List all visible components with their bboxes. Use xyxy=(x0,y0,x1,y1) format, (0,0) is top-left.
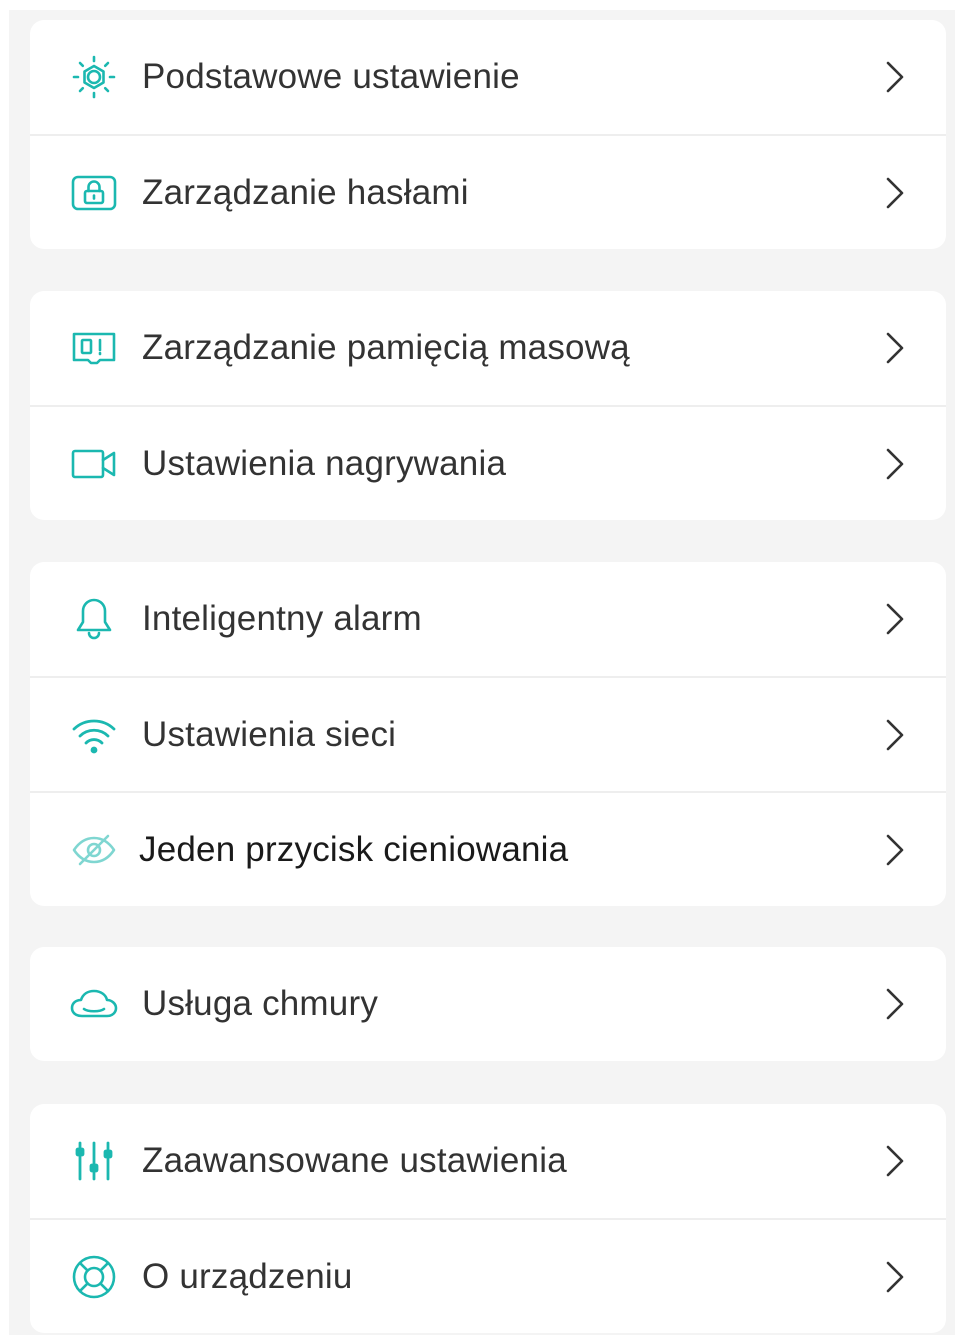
settings-screen: Podstawowe ustawienie Zarządzanie hasłam… xyxy=(9,10,955,1335)
settings-item-alarm[interactable]: Inteligentny alarm xyxy=(30,562,946,676)
chevron-right-icon xyxy=(884,447,906,481)
settings-item-basic[interactable]: Podstawowe ustawienie xyxy=(30,20,946,134)
settings-group-basic: Podstawowe ustawienie Zarządzanie hasłam… xyxy=(30,20,946,249)
settings-group-advanced: Zaawansowane ustawienia O urządzeniu xyxy=(30,1104,946,1333)
settings-group-cloud: Usługa chmury xyxy=(30,947,946,1061)
settings-item-storage[interactable]: Zarządzanie pamięcią masową xyxy=(30,291,946,405)
chevron-right-icon xyxy=(884,987,906,1021)
sliders-icon xyxy=(70,1137,118,1185)
settings-group-storage: Zarządzanie pamięcią masową Ustawienia n… xyxy=(30,291,946,520)
chevron-right-icon xyxy=(884,602,906,636)
eye-off-icon xyxy=(70,826,118,874)
video-camera-icon xyxy=(70,440,118,488)
chevron-right-icon xyxy=(884,1260,906,1294)
settings-item-recording[interactable]: Ustawienia nagrywania xyxy=(30,405,946,520)
chevron-right-icon xyxy=(884,60,906,94)
wifi-icon xyxy=(70,711,118,759)
settings-item-label: Zarządzanie hasłami xyxy=(142,172,469,212)
settings-item-label: Podstawowe ustawienie xyxy=(142,57,520,96)
settings-item-passwords[interactable]: Zarządzanie hasłami xyxy=(30,134,946,249)
settings-item-label: Ustawienia nagrywania xyxy=(142,443,507,483)
settings-item-label: Usługa chmury xyxy=(142,984,379,1023)
lock-icon xyxy=(70,169,118,217)
settings-item-label: Inteligentny alarm xyxy=(142,599,422,638)
settings-item-label: Zaawansowane ustawienia xyxy=(142,1141,567,1180)
cloud-icon xyxy=(70,980,118,1028)
storage-card-icon xyxy=(70,324,118,372)
chevron-right-icon xyxy=(884,718,906,752)
gear-icon xyxy=(70,53,118,101)
chevron-right-icon xyxy=(884,833,906,867)
bell-icon xyxy=(70,595,118,643)
settings-item-label: O urządzeniu xyxy=(142,1256,353,1296)
settings-item-privacy-shade[interactable]: Jeden przycisk cieniowania xyxy=(30,791,946,906)
settings-item-cloud[interactable]: Usługa chmury xyxy=(30,947,946,1061)
settings-group-alarm: Inteligentny alarm Ustawienia sieci Jede… xyxy=(30,562,946,906)
settings-item-label: Jeden przycisk cieniowania xyxy=(139,829,569,869)
settings-item-about-device[interactable]: O urządzeniu xyxy=(30,1218,946,1333)
chevron-right-icon xyxy=(884,176,906,210)
lifebuoy-icon xyxy=(70,1253,118,1301)
settings-item-label: Ustawienia sieci xyxy=(142,714,397,754)
settings-item-network[interactable]: Ustawienia sieci xyxy=(30,676,946,791)
chevron-right-icon xyxy=(884,331,906,365)
chevron-right-icon xyxy=(884,1144,906,1178)
settings-item-advanced[interactable]: Zaawansowane ustawienia xyxy=(30,1104,946,1218)
settings-item-label: Zarządzanie pamięcią masową xyxy=(142,328,630,367)
